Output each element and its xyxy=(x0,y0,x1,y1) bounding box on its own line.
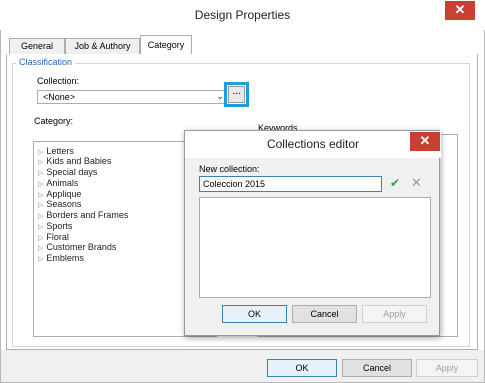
expand-arrow-icon[interactable]: ▷ xyxy=(38,235,43,242)
check-icon[interactable]: ✔ xyxy=(390,176,400,190)
tab-general[interactable]: General xyxy=(9,38,65,54)
clear-icon[interactable]: ✕ xyxy=(411,175,422,191)
classification-group-label: Classification xyxy=(16,57,76,67)
collections-apply-button[interactable]: Apply xyxy=(362,305,427,323)
expand-arrow-icon[interactable]: ▷ xyxy=(38,159,43,166)
title-bar: Design Properties ✕ xyxy=(0,0,485,30)
tree-item[interactable]: ▷ Animals xyxy=(38,178,78,189)
expand-arrow-icon[interactable]: ▷ xyxy=(38,224,43,231)
browse-collections-button[interactable]: ... xyxy=(224,82,249,107)
collection-dropdown[interactable]: <None> ⌄ xyxy=(37,90,227,104)
new-collection-input-value: Coleccion 2015 xyxy=(203,179,266,189)
cancel-button[interactable]: Cancel xyxy=(342,359,412,377)
collections-editor-title-bar: Collections editor xyxy=(185,131,441,158)
expand-arrow-icon[interactable]: ▷ xyxy=(38,202,43,209)
expand-arrow-icon[interactable]: ▷ xyxy=(38,192,43,199)
collection-label: Collection: xyxy=(37,76,80,86)
expand-arrow-icon[interactable]: ▷ xyxy=(38,149,43,156)
expand-arrow-icon[interactable]: ▷ xyxy=(38,256,43,263)
tree-item[interactable]: ▷ Sports xyxy=(38,221,72,232)
tree-item[interactable]: ▷ Customer Brands xyxy=(38,242,116,253)
tree-item[interactable]: ▷ Emblems xyxy=(38,253,84,264)
collections-list[interactable] xyxy=(199,197,431,298)
expand-arrow-icon[interactable]: ▷ xyxy=(38,170,43,177)
tree-item[interactable]: ▷ Kids and Babies xyxy=(38,156,111,167)
ok-button[interactable]: OK xyxy=(267,359,337,377)
close-collections-editor-button[interactable]: ✕ xyxy=(410,132,440,151)
tree-item[interactable]: ▷ Special days xyxy=(38,167,97,178)
tab-category[interactable]: Category xyxy=(140,35,192,55)
tree-item[interactable]: ▷ Borders and Frames xyxy=(38,210,128,221)
chevron-down-icon: ⌄ xyxy=(216,91,224,101)
expand-arrow-icon[interactable]: ▷ xyxy=(38,213,43,220)
close-window-button[interactable]: ✕ xyxy=(445,1,475,20)
apply-button[interactable]: Apply xyxy=(416,359,478,377)
collection-dropdown-value: <None> xyxy=(43,92,76,102)
window-title: Design Properties xyxy=(194,8,291,22)
tab-job-authory[interactable]: Job & Authory xyxy=(65,38,140,54)
collections-ok-button[interactable]: OK xyxy=(222,305,287,323)
tree-item[interactable]: ▷ Seasons xyxy=(38,199,81,210)
collections-editor-title: Collections editor xyxy=(266,137,360,151)
new-collection-input[interactable]: Coleccion 2015 xyxy=(199,176,382,192)
collections-cancel-button[interactable]: Cancel xyxy=(292,305,357,323)
expand-arrow-icon[interactable]: ▷ xyxy=(38,181,43,188)
browse-collections-label: ... xyxy=(228,86,245,103)
expand-arrow-icon[interactable]: ▷ xyxy=(38,245,43,252)
new-collection-label: New collection: xyxy=(199,164,260,174)
category-label: Category: xyxy=(34,116,74,126)
